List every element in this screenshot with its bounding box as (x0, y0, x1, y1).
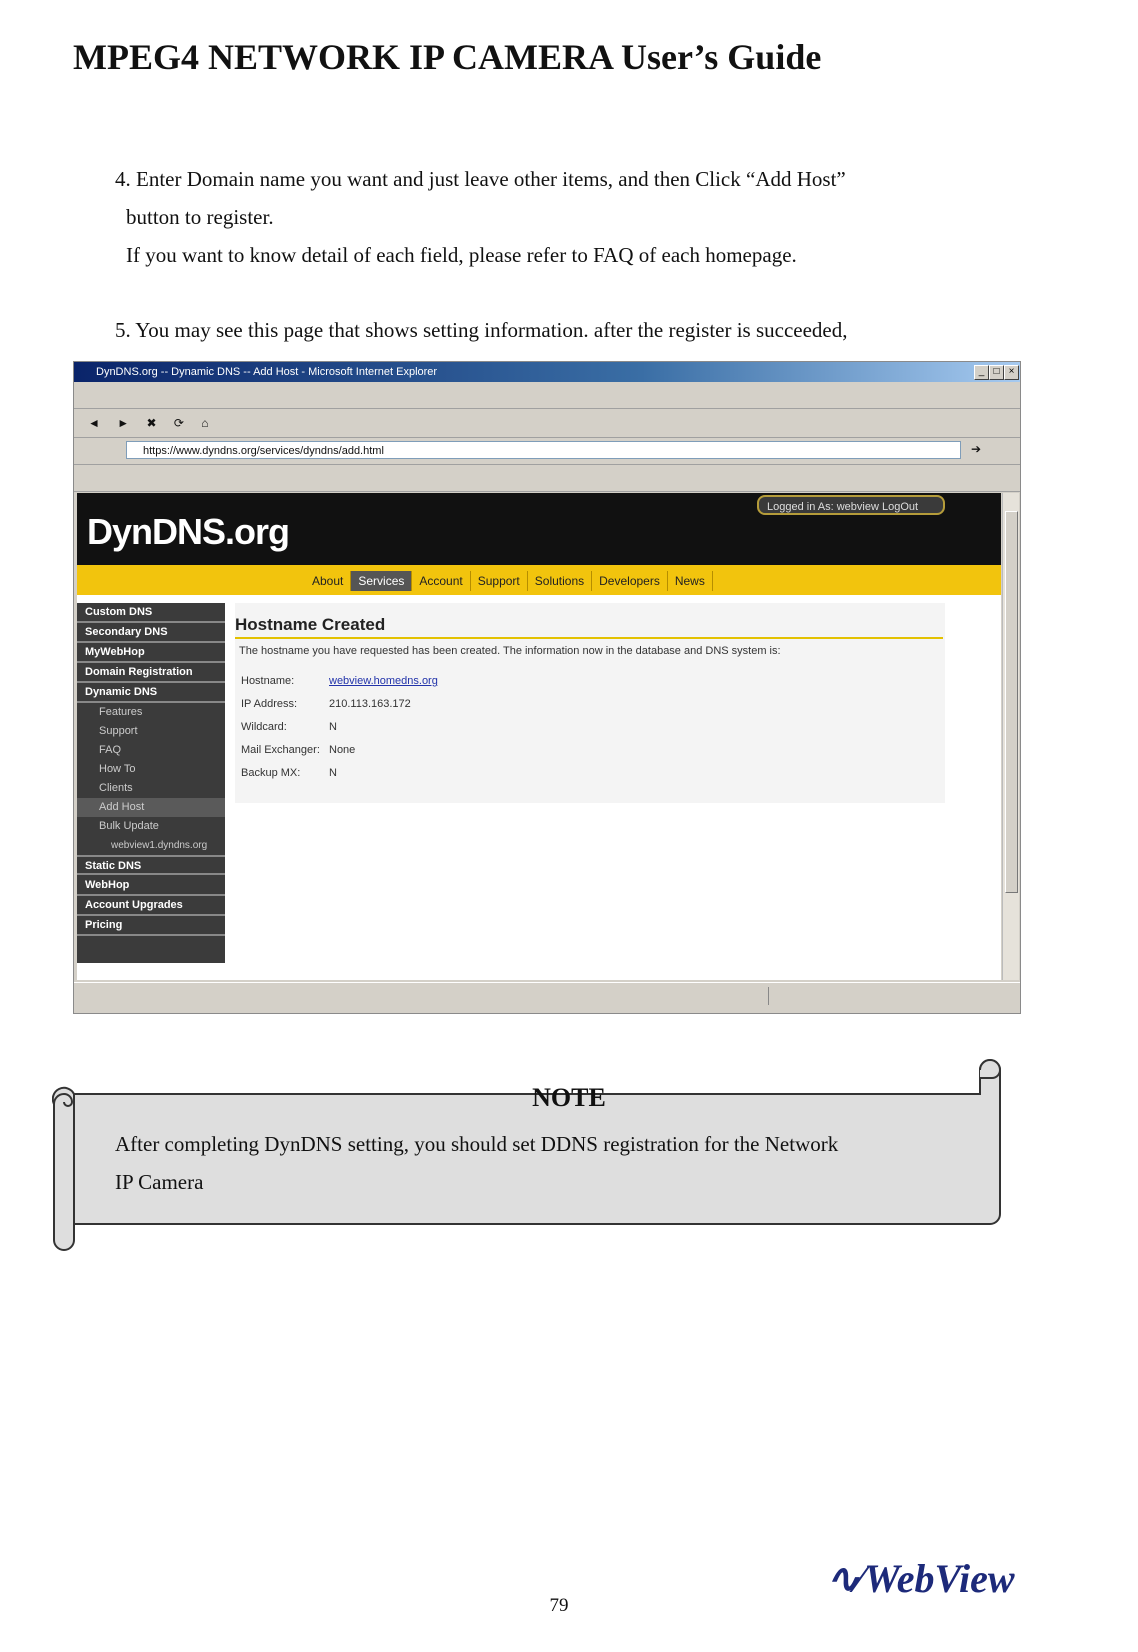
stop-icon[interactable]: ✖ (146, 416, 156, 430)
nav-bulk-update[interactable]: Bulk Update (77, 817, 225, 836)
step-4-line-2: button to register. (126, 205, 274, 229)
step-4-line-3: If you want to know detail of each field… (126, 243, 797, 267)
content-message: The hostname you have requested has been… (239, 645, 781, 657)
browser-viewport: DynDNS.org Logged in As: webview LogOut … (77, 493, 1001, 980)
field-value: None (329, 744, 356, 756)
tab-account[interactable]: Account (412, 571, 471, 591)
hostname-link[interactable]: webview.homedns.org (329, 675, 438, 687)
tab-support[interactable]: Support (471, 571, 528, 591)
tab-services[interactable]: Services (351, 571, 413, 591)
nav-dynamic-dns[interactable]: Dynamic DNS (77, 683, 225, 703)
dyndns-logo: DynDNS.org (87, 511, 290, 553)
browser-toolbar: ◄ ► ✖ ⟳ ⌂ (74, 409, 1020, 438)
page-title: MPEG4 NETWORK IP CAMERA User’s Guide (73, 37, 822, 77)
field-label: Hostname: (241, 675, 295, 687)
nav-support[interactable]: Support (77, 722, 225, 741)
note-title: NOTE (532, 1083, 606, 1112)
browser-screenshot: DynDNS.org -- Dynamic DNS -- Add Host - … (73, 361, 1021, 1014)
minimize-icon[interactable]: _ (974, 365, 989, 380)
tab-about[interactable]: About (305, 571, 352, 591)
nav-features[interactable]: Features (77, 703, 225, 722)
nav-howto[interactable]: How To (77, 760, 225, 779)
content-heading: Hostname Created (235, 615, 386, 634)
logo-main-text: DynDNS (87, 511, 226, 552)
field-value: N (329, 721, 337, 733)
webview-logo-icon: ∿∕ (826, 1556, 863, 1601)
nav-custom-dns[interactable]: Custom DNS (77, 603, 225, 623)
status-divider (768, 987, 769, 1005)
field-wildcard: Wildcard: N (241, 721, 337, 733)
nav-static-dns[interactable]: Static DNS (77, 855, 225, 875)
go-icon[interactable]: ➔ (971, 442, 981, 456)
dyndns-header: DynDNS.org Logged in As: webview LogOut (77, 493, 1001, 565)
maximize-icon[interactable]: □ (989, 365, 1004, 380)
field-hostname: Hostname: webview.homedns.org (241, 675, 438, 687)
note-line-2: IP Camera (115, 1170, 204, 1194)
step-5-instructions: 5. You may see this page that shows sett… (115, 318, 848, 342)
logo-suffix-text: .org (225, 511, 290, 552)
field-value: 210.113.163.172 (329, 698, 411, 710)
nav-pricing[interactable]: Pricing (77, 916, 225, 936)
home-icon[interactable]: ⌂ (201, 416, 208, 430)
browser-status-bar (74, 982, 1020, 1009)
heading-rule (235, 637, 943, 639)
nav-mywebhop[interactable]: MyWebHop (77, 643, 225, 663)
field-ip-address: IP Address: 210.113.163.172 (241, 698, 411, 710)
close-icon[interactable]: × (1004, 365, 1019, 380)
nav-faq[interactable]: FAQ (77, 741, 225, 760)
nav-domain-registration[interactable]: Domain Registration (77, 663, 225, 683)
brand-text: WebView (864, 1556, 1015, 1601)
nav-add-host[interactable]: Add Host (77, 798, 225, 817)
nav-account-upgrades[interactable]: Account Upgrades (77, 896, 225, 916)
nav-webhop[interactable]: WebHop (77, 876, 225, 896)
nav-tabs: About Services Account Support Solutions Deve… (305, 571, 713, 591)
browser-title-bar: DynDNS.org -- Dynamic DNS -- Add Host - … (74, 362, 1020, 382)
refresh-icon[interactable]: ⟳ (174, 416, 184, 430)
field-label: Backup MX: (241, 767, 301, 779)
scrollbar-thumb[interactable] (1005, 511, 1018, 893)
left-nav: Custom DNS Secondary DNS MyWebHop Domain… (77, 603, 225, 963)
nav-host-entry[interactable]: webview1.dyndns.org (77, 836, 225, 855)
step-4-line-1: 4. Enter Domain name you want and just l… (115, 167, 846, 191)
field-backup-mx: Backup MX: N (241, 767, 337, 779)
field-label: Mail Exchanger: (241, 744, 320, 756)
nav-clients[interactable]: Clients (77, 779, 225, 798)
address-input[interactable]: https://www.dyndns.org/services/dyndns/a… (126, 441, 961, 459)
browser-window-title: DynDNS.org -- Dynamic DNS -- Add Host - … (96, 366, 438, 378)
webview-logo: ∿∕ WebView (826, 1555, 1015, 1602)
browser-links-bar (74, 465, 1020, 492)
note-text: After completing DynDNS setting, you sho… (115, 1125, 838, 1201)
field-label: Wildcard: (241, 721, 287, 733)
tab-news[interactable]: News (668, 571, 713, 591)
step-4-instructions: 4. Enter Domain name you want and just l… (115, 160, 846, 274)
vertical-scrollbar[interactable] (1002, 493, 1019, 980)
nav-secondary-dns[interactable]: Secondary DNS (77, 623, 225, 643)
logged-in-badge[interactable]: Logged in As: webview LogOut (757, 495, 945, 515)
content-panel: Hostname Created The hostname you have r… (235, 603, 945, 803)
field-label: IP Address: (241, 698, 298, 710)
tab-developers[interactable]: Developers (592, 571, 668, 591)
browser-menu-bar (74, 382, 1020, 409)
tab-solutions[interactable]: Solutions (528, 571, 593, 591)
note-line-1: After completing DynDNS setting, you sho… (115, 1132, 839, 1156)
browser-address-bar: https://www.dyndns.org/services/dyndns/a… (74, 438, 1020, 465)
back-icon[interactable]: ◄ (88, 416, 100, 430)
forward-icon[interactable]: ► (117, 416, 129, 430)
field-value: N (329, 767, 337, 779)
field-mail-exchanger: Mail Exchanger: None (241, 744, 355, 756)
